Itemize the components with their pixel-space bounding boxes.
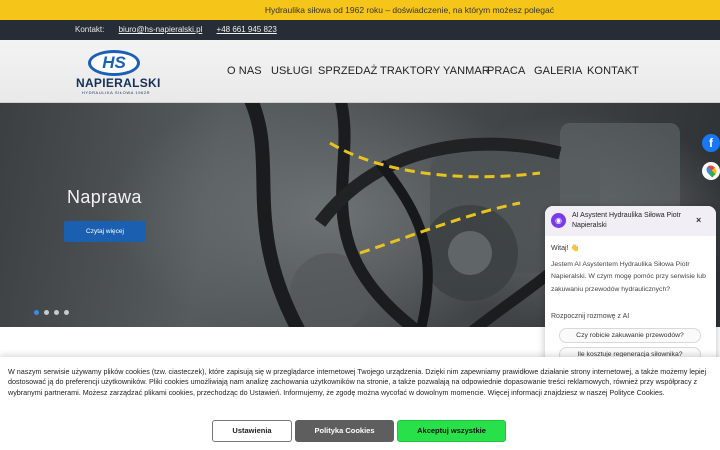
main-nav: O NAS USŁUGI SPRZEDAŻ TRAKTORY YANMAR PR… — [220, 65, 640, 79]
cookie-accept-all-button[interactable]: Akceptuj wszystkie — [397, 420, 506, 442]
contact-label: Kontakt: — [75, 25, 105, 34]
slider-dot-4[interactable] — [64, 310, 69, 315]
facebook-icon[interactable]: f — [702, 134, 720, 152]
hero-title: Naprawa — [67, 187, 142, 207]
assistant-avatar-icon: ◉ — [551, 213, 566, 228]
nav-item-galeria[interactable]: GALERIA — [534, 65, 582, 77]
cookie-text: W naszym serwisie używamy plików cookies… — [8, 367, 707, 397]
ai-chat-widget: ◉ AI Asystent Hydraulika Siłowa Piotr Na… — [545, 206, 716, 370]
chat-message: Jestem AI Asystentem Hydraulika Siłowa P… — [551, 261, 706, 293]
logo-name: NAPIERALSKI — [76, 76, 161, 90]
google-maps-icon[interactable] — [702, 162, 720, 180]
nav-item-uslugi[interactable]: USŁUGI — [271, 65, 313, 77]
nav-item-sprzedaz[interactable]: SPRZEDAŻ — [318, 65, 377, 77]
slider-dot-2[interactable] — [44, 310, 49, 315]
chat-greeting: Witaj! 👋 — [551, 245, 580, 252]
top-announcement-bar: Hydraulika siłowa od 1962 roku – doświad… — [0, 0, 720, 20]
site-logo[interactable]: HS NAPIERALSKI HYDRAULIKA SIŁOWA 1962R — [76, 50, 161, 96]
logo-tagline: HYDRAULIKA SIŁOWA 1962R — [81, 90, 151, 95]
chat-header: ◉ AI Asystent Hydraulika Siłowa Piotr Na… — [545, 206, 716, 236]
cookie-policy-button[interactable]: Polityka Cookies — [295, 420, 394, 442]
cookie-settings-button[interactable]: Ustawienia — [212, 420, 292, 442]
slider-dot-3[interactable] — [54, 310, 59, 315]
map-pin-shape — [704, 163, 719, 178]
announcement-text: Hydraulika siłowa od 1962 roku – doświad… — [264, 5, 554, 15]
nav-item-praca[interactable]: PRACA — [487, 65, 525, 77]
chat-start-label: Rozpocznij rozmowę z AI — [551, 313, 630, 320]
chat-close-icon[interactable]: × — [696, 215, 701, 225]
contact-bar: Kontakt: biuro@hs-napieralski.pl +48 661… — [0, 20, 720, 40]
read-more-button[interactable]: Czytaj więcej — [64, 221, 146, 242]
nav-item-kontakt[interactable]: KONTAKT — [587, 65, 639, 77]
phone-link[interactable]: +48 661 945 823 — [217, 25, 277, 34]
chat-title: AI Asystent Hydraulika Siłowa Piotr Napi… — [572, 212, 681, 229]
cookie-banner: W naszym serwisie używamy plików cookies… — [0, 357, 720, 450]
slider-dots — [34, 302, 74, 315]
slider-dot-1[interactable] — [34, 310, 39, 315]
chat-suggestion-1[interactable]: Czy robicie zakuwanie przewodów? — [559, 328, 701, 343]
nav-item-o-nas[interactable]: O NAS — [227, 65, 262, 77]
nav-item-traktory-yanmar[interactable]: TRAKTORY YANMAR — [380, 65, 490, 77]
email-link[interactable]: biuro@hs-napieralski.pl — [119, 25, 203, 34]
site-header: HS NAPIERALSKI HYDRAULIKA SIŁOWA 1962R O… — [0, 40, 720, 103]
logo-mark: HS — [102, 53, 126, 72]
